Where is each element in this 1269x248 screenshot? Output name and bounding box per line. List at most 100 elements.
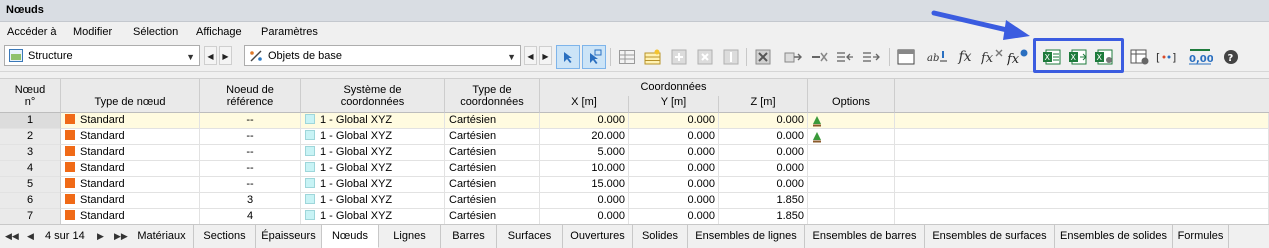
cell-coord-type[interactable]: Cartésien [445, 161, 540, 177]
table-row[interactable]: 1 Standard -- 1 - Global XYZ Cartésien 0.000 0… [0, 113, 1269, 129]
cell-y[interactable]: 0.000 [629, 209, 719, 225]
formula-icon[interactable]: fx [953, 45, 977, 69]
tab-7[interactable]: Ouvertures [563, 225, 633, 248]
header-node-no[interactable]: Nœud n° [0, 79, 61, 113]
insert-row-icon[interactable] [641, 45, 665, 69]
last-tab-icon[interactable]: ▶▶ [114, 231, 128, 242]
cell-options[interactable] [808, 209, 895, 225]
columns-icon[interactable] [719, 45, 743, 69]
tab-11[interactable]: Ensembles de surfaces [925, 225, 1055, 248]
tab-3[interactable]: Nœuds [322, 225, 379, 248]
table-row[interactable]: 5 Standard -- 1 - Global XYZ Cartésien 15.000… [0, 177, 1269, 193]
table-row[interactable]: 6 Standard 3 1 - Global XYZ Cartésien 0.000 0.… [0, 193, 1269, 209]
cell-x[interactable]: 0.000 [540, 193, 629, 209]
cell-options[interactable] [808, 129, 895, 145]
cell-coord-system[interactable]: 1 - Global XYZ [301, 177, 445, 193]
align-left-icon[interactable] [833, 45, 857, 69]
tab-2[interactable]: Épaisseurs [256, 225, 322, 248]
cell-z[interactable]: 1.850 [719, 209, 808, 225]
header-options[interactable]: Options [808, 79, 895, 113]
cell-coord-type[interactable]: Cartésien [445, 145, 540, 161]
first-tab-icon[interactable]: ◀◀ [5, 231, 19, 242]
tab-8[interactable]: Solides [633, 225, 688, 248]
delete-icon[interactable] [751, 45, 775, 69]
table-row[interactable]: 3 Standard -- 1 - Global XYZ Cartésien 5.000 0… [0, 145, 1269, 161]
cell-z[interactable]: 0.000 [719, 113, 808, 129]
cell-node-type[interactable]: Standard [61, 177, 200, 193]
cell-coord-system[interactable]: 1 - Global XYZ [301, 193, 445, 209]
cell-z[interactable]: 0.000 [719, 177, 808, 193]
menu-acceder[interactable]: Accéder à [7, 26, 57, 38]
cell-z[interactable]: 0.000 [719, 145, 808, 161]
cell-node-type[interactable]: Standard [61, 129, 200, 145]
tab-10[interactable]: Ensembles de barres [805, 225, 925, 248]
cell-y[interactable]: 0.000 [629, 177, 719, 193]
table-icon[interactable] [615, 45, 639, 69]
objects-combo[interactable]: Objets de base ▼ [244, 45, 521, 66]
cell-reference-node[interactable]: 4 [200, 209, 301, 225]
table-settings-icon[interactable] [1128, 45, 1152, 69]
add-icon[interactable] [667, 45, 691, 69]
cell-reference-node[interactable]: -- [200, 129, 301, 145]
window-icon[interactable] [894, 45, 918, 69]
menu-parametres[interactable]: Paramètres [261, 26, 318, 38]
header-reference-node[interactable]: Noeud de référence [200, 79, 301, 113]
cell-options[interactable] [808, 193, 895, 209]
cell-coord-system[interactable]: 1 - Global XYZ [301, 129, 445, 145]
move-icon[interactable] [781, 45, 805, 69]
select-all-icon[interactable] [582, 45, 606, 69]
cell-y[interactable]: 0.000 [629, 129, 719, 145]
cell-x[interactable]: 0.000 [540, 209, 629, 225]
cell-y[interactable]: 0.000 [629, 193, 719, 209]
cell-coord-type[interactable]: Cartésien [445, 193, 540, 209]
decimal-places-icon[interactable]: 0,00 [1186, 45, 1214, 69]
cell-z[interactable]: 1.850 [719, 193, 808, 209]
tab-4[interactable]: Lignes [379, 225, 441, 248]
header-coord-type[interactable]: Type de coordonnées [445, 79, 540, 113]
cell-y[interactable]: 0.000 [629, 161, 719, 177]
cell-coord-system[interactable]: 1 - Global XYZ [301, 113, 445, 129]
cell-x[interactable]: 5.000 [540, 145, 629, 161]
cell-options[interactable] [808, 113, 895, 129]
header-node-type[interactable]: Type de nœud [61, 79, 200, 113]
table-row[interactable]: 4 Standard -- 1 - Global XYZ Cartésien 10.000… [0, 161, 1269, 177]
cell-node-type[interactable]: Standard [61, 193, 200, 209]
tab-13[interactable]: Formules [1173, 225, 1229, 248]
select-icon[interactable] [556, 45, 580, 69]
header-coord-system[interactable]: Système de coordonnées [301, 79, 445, 113]
cell-coord-type[interactable]: Cartésien [445, 129, 540, 145]
tab-6[interactable]: Surfaces [497, 225, 563, 248]
cell-reference-node[interactable]: -- [200, 145, 301, 161]
cell-options[interactable] [808, 145, 895, 161]
formula-delete-icon[interactable]: fx [980, 45, 1004, 69]
next-arrow-button[interactable]: ▶ [219, 46, 232, 65]
cell-node-type[interactable]: Standard [61, 113, 200, 129]
cell-reference-node[interactable]: -- [200, 177, 301, 193]
remove-link-icon[interactable] [807, 45, 831, 69]
cell-z[interactable]: 0.000 [719, 161, 808, 177]
cell-coord-system[interactable]: 1 - Global XYZ [301, 161, 445, 177]
next-arrow-button[interactable]: ▶ [539, 46, 552, 65]
help-icon[interactable]: ? [1219, 45, 1243, 69]
cell-coord-type[interactable]: Cartésien [445, 113, 540, 129]
prev-arrow-button[interactable]: ◀ [524, 46, 537, 65]
tab-1[interactable]: Sections [194, 225, 256, 248]
table-row[interactable]: 2 Standard -- 1 - Global XYZ Cartésien 20.000… [0, 129, 1269, 145]
delete-rows-icon[interactable] [693, 45, 717, 69]
menu-modifier[interactable]: Modifier [73, 26, 112, 38]
cell-node-type[interactable]: Standard [61, 209, 200, 225]
cell-coord-system[interactable]: 1 - Global XYZ [301, 145, 445, 161]
cell-options[interactable] [808, 161, 895, 177]
cell-y[interactable]: 0.000 [629, 145, 719, 161]
tab-9[interactable]: Ensembles de lignes [688, 225, 805, 248]
structure-combo[interactable]: Structure ▼ [4, 45, 200, 66]
cell-coord-system[interactable]: 1 - Global XYZ [301, 209, 445, 225]
tab-5[interactable]: Barres [441, 225, 497, 248]
tab-12[interactable]: Ensembles de solides [1055, 225, 1173, 248]
cell-x[interactable]: 0.000 [540, 113, 629, 129]
prev-tab-icon[interactable]: ◀ [27, 231, 34, 242]
cell-reference-node[interactable]: -- [200, 113, 301, 129]
prev-arrow-button[interactable]: ◀ [204, 46, 217, 65]
cell-reference-node[interactable]: -- [200, 161, 301, 177]
cell-reference-node[interactable]: 3 [200, 193, 301, 209]
